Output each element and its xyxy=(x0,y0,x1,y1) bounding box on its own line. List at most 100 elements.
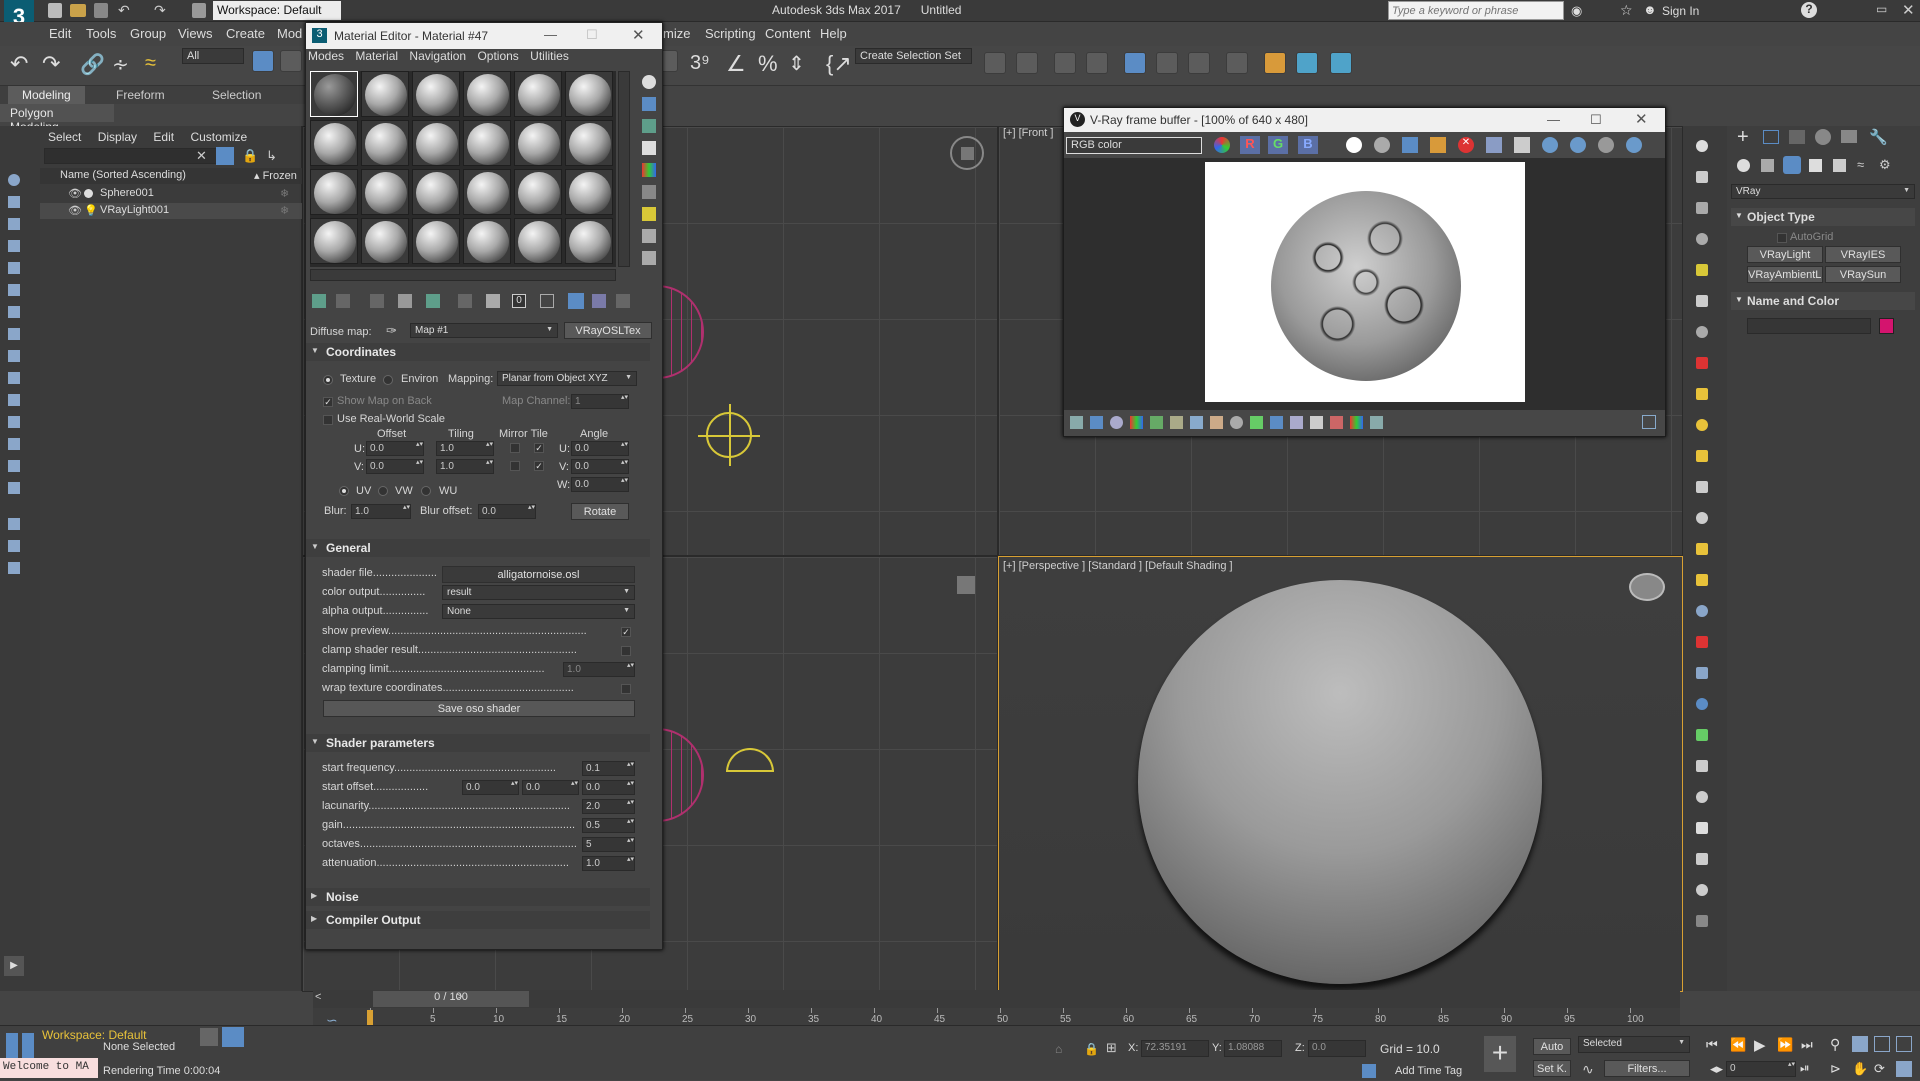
set-key-icon[interactable]: + xyxy=(1484,1036,1516,1072)
viewport-tool-icon[interactable] xyxy=(1696,481,1708,493)
ribbon-toggle-icon[interactable] xyxy=(1124,52,1146,74)
key-filter-dropdown[interactable]: Selected xyxy=(1578,1036,1690,1053)
viewport-tool-icon[interactable] xyxy=(1696,543,1708,555)
material-sample-slot[interactable] xyxy=(361,71,409,117)
show-shaded-icon[interactable] xyxy=(540,294,554,308)
time-configuration-icon[interactable]: ⏯ xyxy=(1800,1061,1810,1076)
start-offset-z-spinner[interactable]: 0.0 xyxy=(582,780,635,795)
clear-search-icon[interactable]: ✕ xyxy=(196,148,207,164)
put-to-library-icon[interactable] xyxy=(458,294,472,308)
mat-menu-material[interactable]: Material xyxy=(355,49,398,63)
key-filters-button[interactable]: Filters... xyxy=(1604,1060,1690,1077)
undo-icon[interactable]: ↶ xyxy=(118,2,130,19)
workspace-dropdown[interactable]: Workspace: Default xyxy=(213,1,341,20)
material-sample-slot[interactable] xyxy=(310,218,358,264)
sign-in-link[interactable]: Sign In xyxy=(1662,4,1699,18)
material-navigator-icon[interactable] xyxy=(642,251,656,265)
auto-key-button[interactable]: Auto xyxy=(1533,1038,1571,1055)
go-to-end-icon[interactable]: ⏭ xyxy=(1801,1037,1813,1053)
cameras-category-icon[interactable] xyxy=(1809,159,1822,172)
display-bones-icon[interactable] xyxy=(8,350,20,362)
assign-to-selection-icon[interactable] xyxy=(370,294,384,308)
utilities-panel-icon[interactable]: 🔧 xyxy=(1869,128,1888,146)
explorer-menu-display[interactable]: Display xyxy=(98,130,137,144)
undo-icon[interactable]: ↶ xyxy=(10,51,28,77)
octaves-spinner[interactable]: 5 xyxy=(582,837,635,852)
vrayambientlight-button[interactable]: VRayAmbientLig xyxy=(1747,266,1823,283)
space-warps-category-icon[interactable]: ≈ xyxy=(1857,157,1864,172)
search-input[interactable] xyxy=(1388,1,1564,20)
viewcube-icon[interactable] xyxy=(950,136,984,170)
maximize-viewport-icon[interactable] xyxy=(1896,1061,1912,1077)
ocio-icon[interactable] xyxy=(1250,416,1263,429)
viewport-tool-icon[interactable] xyxy=(1696,884,1708,896)
menu-customize[interactable]: mize xyxy=(663,26,690,41)
geometry-category-icon[interactable] xyxy=(1737,159,1750,172)
v-offset-spinner[interactable]: 0.0 xyxy=(366,459,424,474)
redo-icon[interactable]: ↷ xyxy=(154,2,166,19)
material-sample-slot[interactable] xyxy=(310,120,358,166)
visibility-eye-icon[interactable]: 👁 xyxy=(68,187,82,200)
rendered-frame-window-icon[interactable] xyxy=(1296,52,1318,74)
material-id-icon[interactable] xyxy=(486,294,500,308)
minimize-icon[interactable]: — xyxy=(1547,112,1560,127)
snap-3d-icon[interactable]: 3⁹ xyxy=(690,52,710,75)
save-image-icon[interactable] xyxy=(1402,137,1418,153)
autogrid-checkbox[interactable] xyxy=(1777,233,1787,243)
display-xrefs-icon[interactable] xyxy=(8,328,20,340)
map-type-button[interactable]: VRayOSLTex xyxy=(564,322,652,339)
clamping-limit-spinner[interactable]: 1.0 xyxy=(563,662,635,677)
mapping-dropdown[interactable]: Planar from Object XYZ xyxy=(497,371,637,386)
material-sample-slot[interactable] xyxy=(565,71,613,117)
render-icon[interactable] xyxy=(1626,137,1642,153)
vrayies-button[interactable]: VRayIES xyxy=(1825,246,1901,263)
viewport-tool-icon[interactable] xyxy=(1696,171,1708,183)
viewport-tool-icon[interactable] xyxy=(1696,512,1708,524)
lut-icon[interactable] xyxy=(1230,416,1243,429)
mat-menu-modes[interactable]: Modes xyxy=(308,49,344,63)
render-production-icon[interactable] xyxy=(1330,52,1352,74)
lock-icon[interactable]: 🔒 xyxy=(242,148,258,164)
color-wheel-icon[interactable] xyxy=(1214,137,1230,153)
isolate-icon[interactable]: ⌂ xyxy=(1055,1042,1062,1056)
maxscript-listener[interactable]: Welcome to MA xyxy=(0,1058,98,1078)
rotate-button[interactable]: Rotate xyxy=(571,503,629,520)
menu-help[interactable]: Help xyxy=(820,26,847,41)
tab-modeling[interactable]: Modeling xyxy=(8,86,85,104)
display-shapes-icon[interactable] xyxy=(8,196,20,208)
light-gizmo-top[interactable] xyxy=(698,404,760,466)
display-space-warps-icon[interactable] xyxy=(8,284,20,296)
render-last-icon[interactable] xyxy=(1570,137,1586,153)
display-none-icon[interactable] xyxy=(8,460,20,472)
viewport-tool-icon[interactable] xyxy=(1696,233,1708,245)
compare-icon[interactable] xyxy=(1350,416,1363,429)
v-tiling-spinner[interactable]: 1.0 xyxy=(436,459,494,474)
texture-radio[interactable] xyxy=(323,375,333,385)
wrap-texture-coordinates-checkbox[interactable] xyxy=(621,684,631,694)
uv-radio[interactable] xyxy=(339,486,349,496)
material-sample-slot[interactable] xyxy=(514,71,562,117)
filter-icon[interactable] xyxy=(8,540,20,552)
expand-icon[interactable]: ▶ xyxy=(4,956,24,976)
star-icon[interactable]: ☆ xyxy=(1620,2,1633,19)
next-frame-icon[interactable]: > xyxy=(456,991,462,1003)
vfb-titlebar[interactable]: V V-Ray frame buffer - [100% of 640 x 48… xyxy=(1064,108,1665,132)
map-channel-spinner[interactable]: 1 xyxy=(571,394,629,409)
bg-image-icon[interactable] xyxy=(1210,416,1223,429)
hierarchy-panel-icon[interactable] xyxy=(1789,130,1805,144)
show-map-on-back-checkbox[interactable]: ✓ xyxy=(323,397,333,407)
select-by-name-icon[interactable] xyxy=(280,50,302,72)
video-color-check-icon[interactable] xyxy=(642,163,656,177)
play-icon[interactable]: ▶ xyxy=(1754,1036,1766,1054)
red-channel-button[interactable]: R xyxy=(1240,136,1260,154)
levels-icon[interactable] xyxy=(1170,416,1183,429)
noise-rollout[interactable]: Noise xyxy=(306,888,650,906)
select-by-material-icon[interactable] xyxy=(642,229,656,243)
render-region-icon[interactable] xyxy=(1542,137,1558,153)
options-icon[interactable] xyxy=(642,207,656,221)
lights-category-icon[interactable] xyxy=(1783,156,1801,174)
delete-icon[interactable] xyxy=(398,294,412,308)
percent-snap-icon[interactable]: % xyxy=(758,51,778,77)
viewport-tool-icon[interactable] xyxy=(1696,574,1708,586)
exposure-icon[interactable] xyxy=(1090,416,1103,429)
